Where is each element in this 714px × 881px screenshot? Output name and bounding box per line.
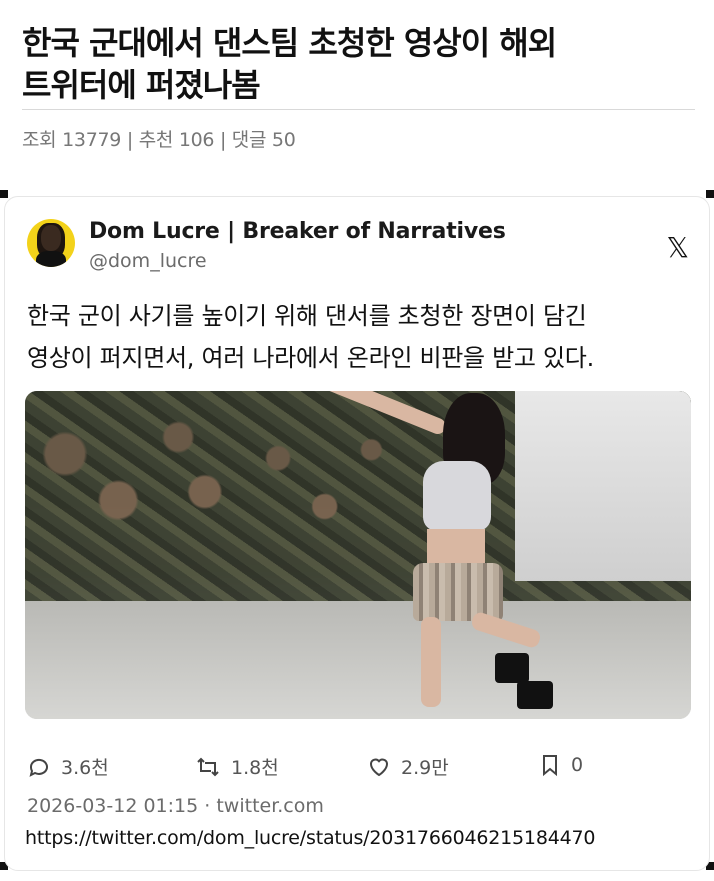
speech-bubble-icon [29,758,48,777]
meta-separator: | [219,129,227,151]
tweet-video-thumbnail[interactable] [25,391,691,719]
post-meta: 조회 13779 | 추천 106 | 댓글 50 [22,125,296,152]
like-button[interactable]: 2.9만 [367,753,449,780]
like-count: 2.9만 [401,757,449,779]
bookmark-count: 0 [571,754,584,776]
views-count: 13779 [62,129,122,151]
recommend-label: 추천 [138,129,174,151]
tweet-source: · twitter.com [204,795,324,817]
x-logo-icon[interactable]: 𝕏 [666,231,689,264]
comments-count: 50 [271,129,296,151]
comments-label: 댓글 [231,129,267,151]
tweet-url-link[interactable]: https://twitter.com/dom_lucre/status/203… [25,827,595,849]
tweet-actions: 3.6천 1.8천 2.9만 0 [27,753,691,783]
heart-icon [369,758,389,776]
reply-count: 3.6천 [61,757,109,779]
bookmark-button[interactable]: 0 [539,753,583,777]
title-divider [22,109,695,110]
retweet-button[interactable]: 1.8천 [195,753,279,780]
frame-corner [706,190,714,198]
views-label: 조회 [22,129,57,151]
retweet-icon [197,757,219,776]
tweet-text-line2: 영상이 퍼지면서, 여러 나라에서 온라인 비판을 받고 있다. [27,344,594,372]
tweet-text-line1: 한국 군이 사기를 높이기 위해 댄서를 초청한 장면이 담긴 [27,302,587,330]
media-wall [515,391,691,581]
meta-separator: | [126,129,133,151]
tweet-text: 한국 군이 사기를 높이기 위해 댄서를 초청한 장면이 담긴 영상이 퍼지면서… [27,295,691,379]
timestamp: 2026-03-12 01:15 [27,795,199,817]
tweet-timestamp[interactable]: 2026-03-12 01:15 · twitter.com [27,795,324,817]
author-name[interactable]: Dom Lucre | Breaker of Narratives [89,219,506,244]
tweet-card[interactable]: Dom Lucre | Breaker of Narratives @dom_l… [4,196,710,871]
bookmark-icon [543,755,557,777]
recommend-count: 106 [178,129,215,151]
post-title: 한국 군대에서 댄스팀 초청한 영상이 해외 트위터에 퍼졌나봄 [22,22,694,106]
author-handle[interactable]: @dom_lucre [89,250,207,272]
post-title-line1: 한국 군대에서 댄스팀 초청한 영상이 해외 [22,24,557,62]
post-header: 한국 군대에서 댄스팀 초청한 영상이 해외 트위터에 퍼졌나봄 [22,22,694,106]
retweet-count: 1.8천 [231,757,279,779]
frame-corner [0,190,8,198]
reply-button[interactable]: 3.6천 [27,753,109,780]
media-floor [25,601,691,719]
post-title-line2: 트위터에 퍼졌나봄 [22,66,261,104]
avatar[interactable] [27,219,75,267]
